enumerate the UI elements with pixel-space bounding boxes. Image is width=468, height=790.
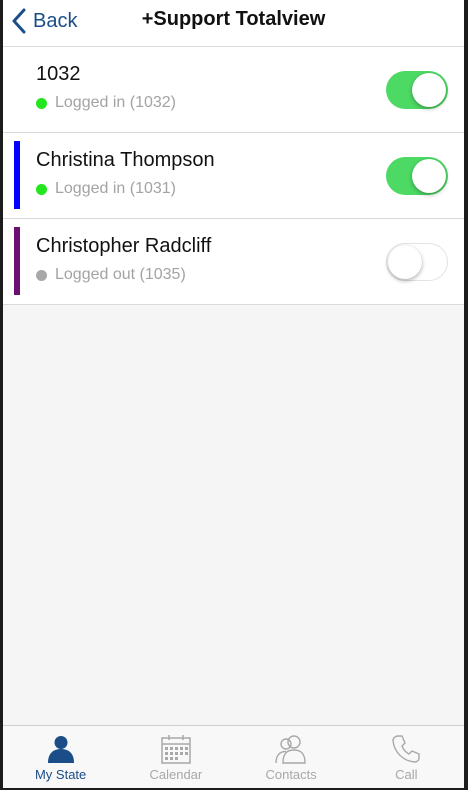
tab-call[interactable]: Call [349,726,464,788]
user-name: Christina Thompson [36,149,215,171]
navigation-bar: Back +Support Totalview [3,0,464,47]
user-name: Christopher Radcliff [36,235,212,257]
status-dot [36,183,47,195]
toggle-knob [388,245,422,279]
page-title: +Support Totalview [141,8,326,30]
contacts-icon [274,726,308,764]
tab-label: My State [34,767,87,782]
user-status: Logged in (1031) [36,180,176,198]
list-item[interactable]: 1032 Logged in (1032) [3,47,464,133]
tab-bar: My State Calendar Contacts Call [3,725,464,788]
user-status-text: Logged in (1032) [55,94,176,111]
login-toggle[interactable] [386,71,448,109]
tab-label: Call [395,767,418,782]
calendar-icon [160,726,192,764]
tab-calendar[interactable]: Calendar [118,726,233,788]
status-dot [36,269,47,281]
user-status-text: Logged in (1031) [55,180,176,197]
list-item[interactable]: Christina Thompson Logged in (1031) [3,133,464,219]
app-screen: Back +Support Totalview 1032 Logged in (… [3,0,464,788]
tab-label: Calendar [149,767,203,782]
user-status: Logged out (1035) [36,266,186,284]
user-color-bar [14,141,20,209]
tab-label: Contacts [265,767,317,782]
login-toggle[interactable] [386,157,448,195]
user-status-text: Logged out (1035) [55,266,186,283]
user-color-bar [14,227,20,295]
toggle-knob [412,159,446,193]
tab-my-state[interactable]: My State [3,726,118,788]
list-item[interactable]: Christopher Radcliff Logged out (1035) [3,219,464,305]
login-toggle[interactable] [386,243,448,281]
toggle-knob [412,73,446,107]
user-name: 1032 [36,63,81,85]
user-status: Logged in (1032) [36,94,176,112]
phone-icon [391,726,421,764]
tab-contacts[interactable]: Contacts [234,726,349,788]
person-icon [46,726,76,764]
user-list: 1032 Logged in (1032) Christina Thompson… [3,47,464,305]
status-dot [36,97,47,109]
